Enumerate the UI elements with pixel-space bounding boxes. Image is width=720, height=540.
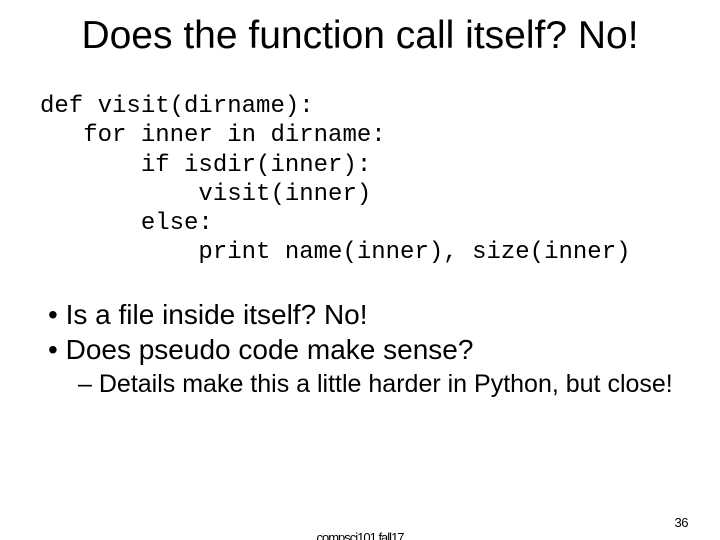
code-block: def visit(dirname): for inner in dirname…: [40, 92, 631, 268]
code-line: visit(inner): [40, 181, 371, 208]
footer-course: compsci101 fall17: [0, 530, 720, 540]
code-line: if isdir(inner):: [40, 152, 371, 179]
footer-page-number: 36: [675, 515, 688, 530]
bullet-list: Is a file inside itself? No! Does pseudo…: [48, 298, 688, 400]
slide-title: Does the function call itself? No!: [0, 14, 720, 58]
code-line: def visit(dirname):: [40, 93, 314, 120]
code-line: for inner in dirname:: [40, 122, 386, 149]
code-line: else:: [40, 210, 213, 237]
slide: Does the function call itself? No! def v…: [0, 0, 720, 540]
bullet-item: Is a file inside itself? No!: [48, 298, 688, 331]
code-line: print name(inner), size(inner): [40, 239, 631, 266]
bullet-item: Does pseudo code make sense?: [48, 333, 688, 366]
sub-bullet-item: Details make this a little harder in Pyt…: [48, 370, 688, 400]
